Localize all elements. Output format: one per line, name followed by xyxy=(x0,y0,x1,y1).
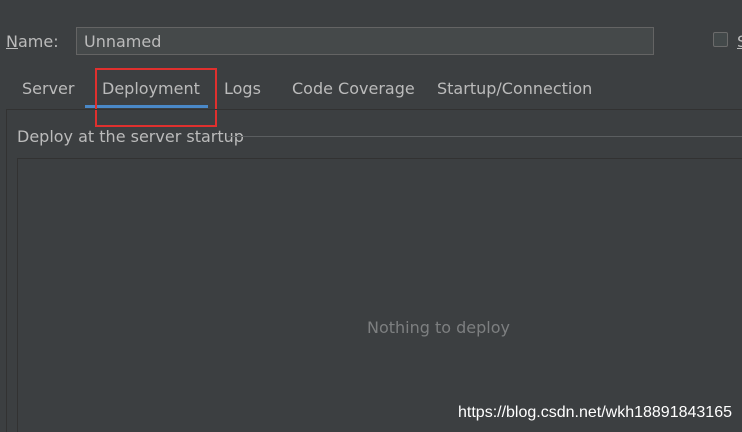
name-label: Name: xyxy=(6,33,59,51)
share-checkbox[interactable] xyxy=(713,32,728,47)
name-label-mnemonic: N xyxy=(6,32,18,51)
share-checkbox-label[interactable]: S xyxy=(737,33,742,51)
tab-server[interactable]: Server xyxy=(22,80,74,98)
empty-list-text: Nothing to deploy xyxy=(367,318,511,337)
section-separator xyxy=(228,136,742,137)
tab-deployment[interactable]: Deployment xyxy=(102,80,200,98)
tab-logs[interactable]: Logs xyxy=(224,80,261,98)
deploy-section-title: Deploy at the server startup xyxy=(17,127,244,146)
watermark-text: https://blog.csdn.net/wkh18891843165 xyxy=(458,404,732,421)
tab-code-coverage[interactable]: Code Coverage xyxy=(292,80,415,98)
panel-top-border xyxy=(6,109,742,110)
name-label-text: ame: xyxy=(17,32,59,51)
tab-startup-connection[interactable]: Startup/Connection xyxy=(437,80,592,98)
active-tab-indicator xyxy=(85,105,208,108)
run-configuration-dialog: Name: S Server Deployment Logs Code Cove… xyxy=(0,0,742,432)
name-input[interactable] xyxy=(76,27,654,55)
panel-left-border xyxy=(6,109,7,432)
deploy-artifacts-list[interactable] xyxy=(17,158,742,432)
